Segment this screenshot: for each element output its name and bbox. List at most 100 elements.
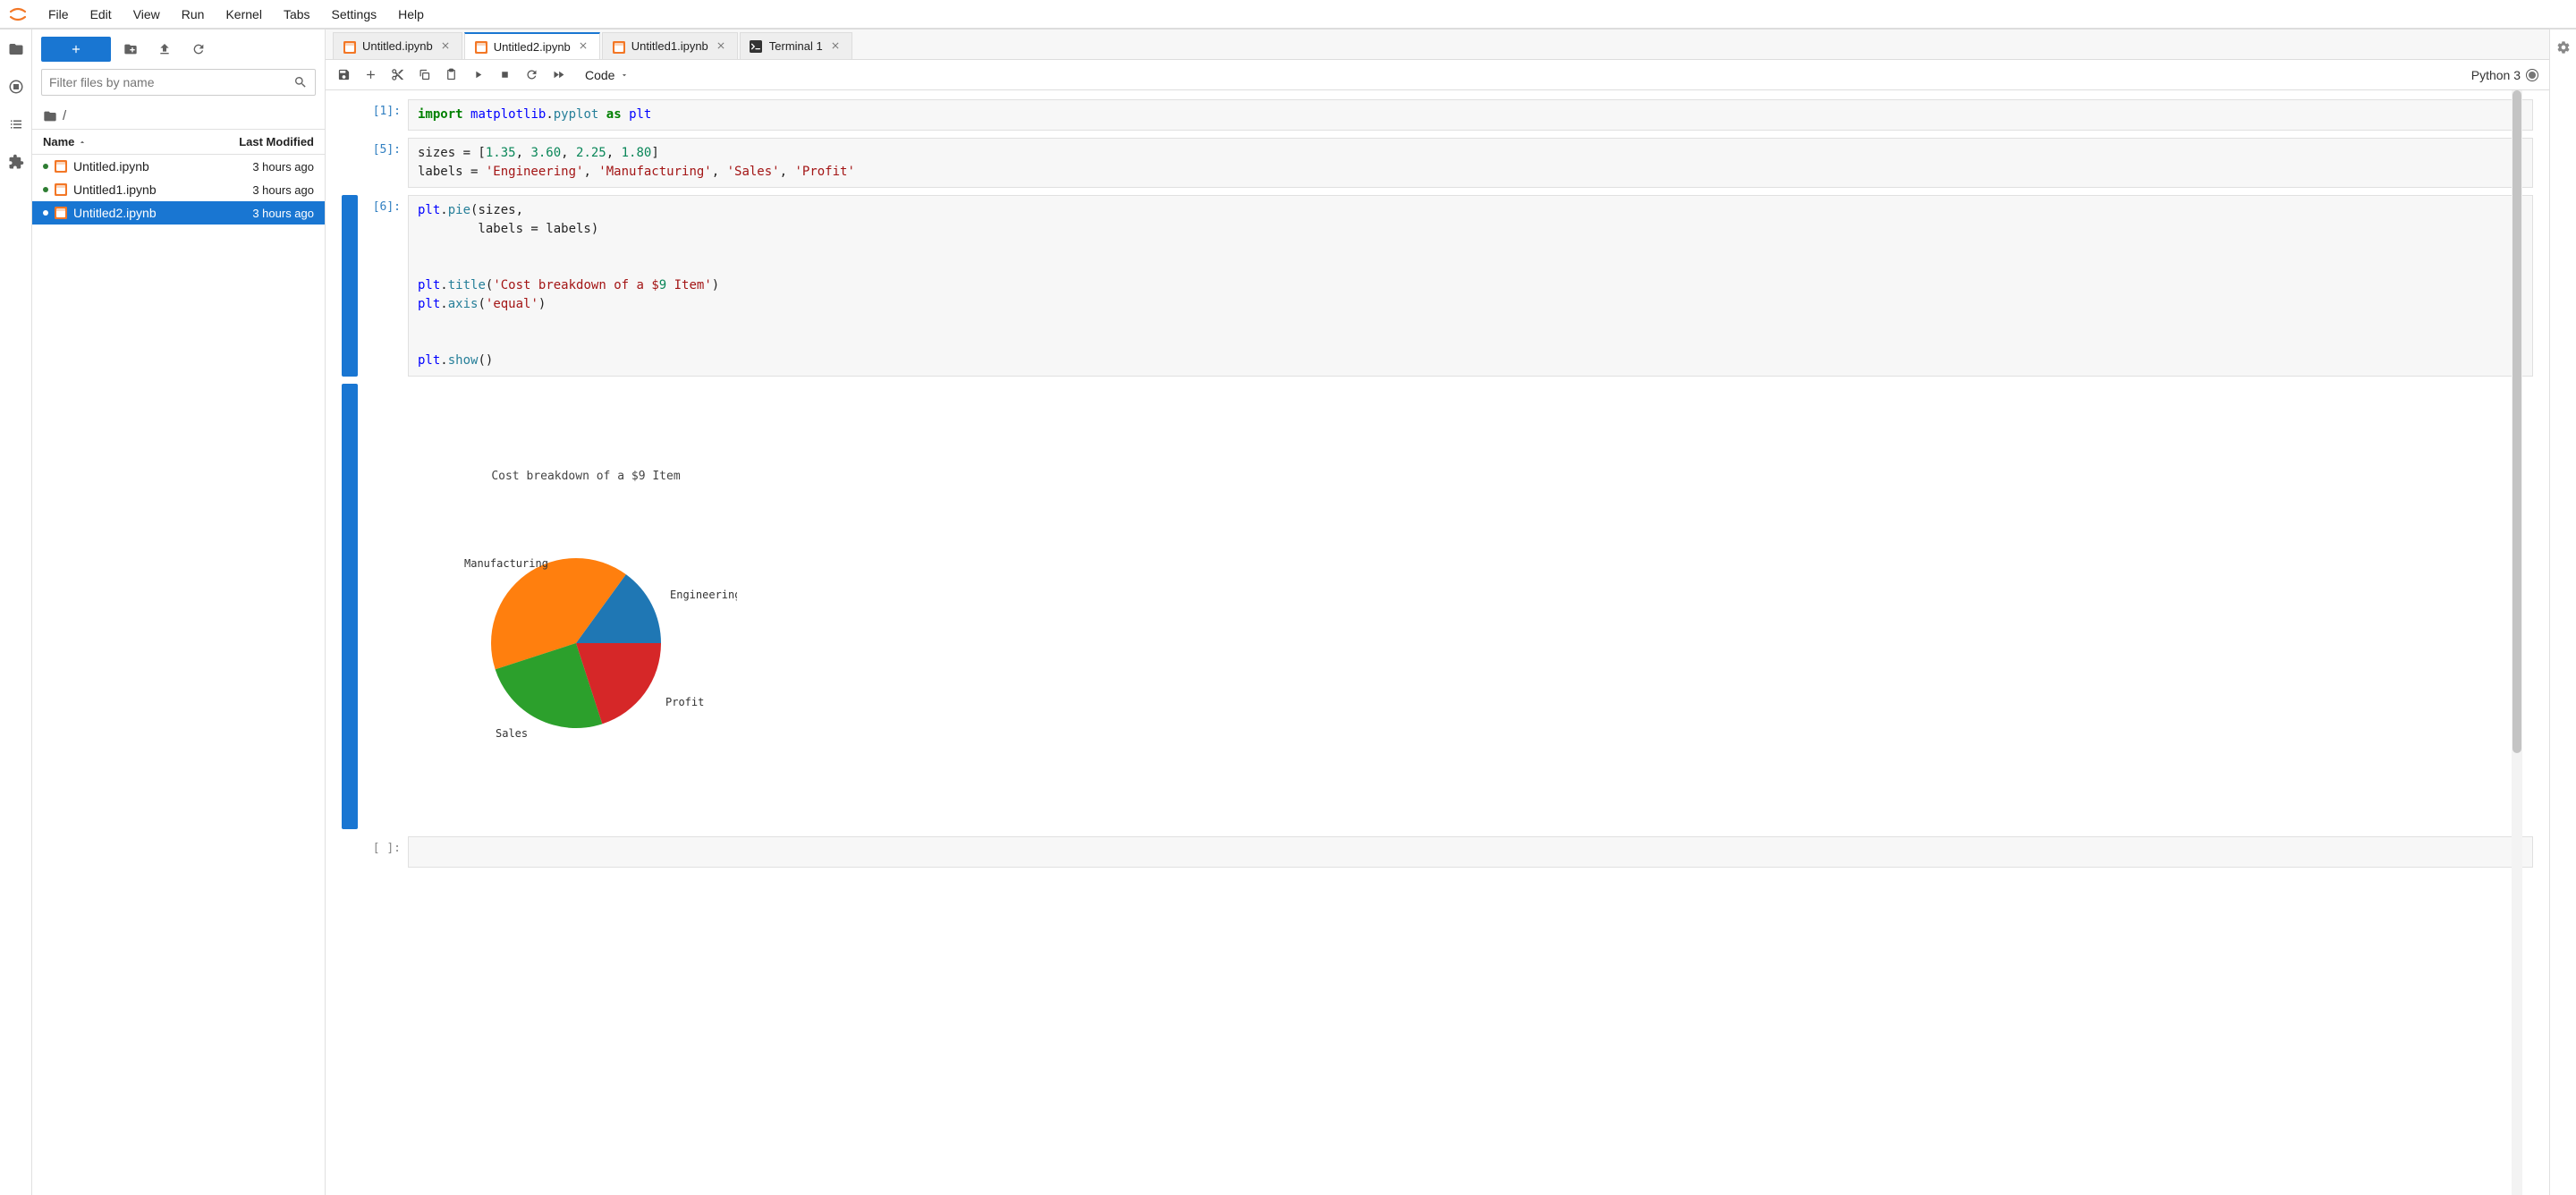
extensions-icon[interactable]	[7, 153, 25, 171]
copy-button[interactable]	[411, 64, 436, 87]
chevron-down-icon	[620, 71, 629, 80]
col-header-modified[interactable]: Last Modified	[207, 135, 314, 148]
file-row[interactable]: Untitled.ipynb3 hours ago	[32, 155, 325, 178]
cell-prompt: [ ]:	[358, 836, 408, 868]
kernel-indicator[interactable]: Python 3	[2471, 68, 2544, 82]
notebook-area: Untitled.ipynb Untitled2.ipynb Untitled1.i…	[326, 30, 2549, 1195]
notebook-icon	[54, 206, 68, 220]
folder-icon	[43, 109, 57, 123]
code-input[interactable]: import matplotlib.pyplot as plt	[408, 99, 2533, 131]
close-icon[interactable]	[716, 40, 728, 53]
file-modified: 3 hours ago	[216, 207, 314, 220]
toc-icon[interactable]	[7, 115, 25, 133]
running-dot-icon	[43, 164, 48, 169]
new-folder-button[interactable]	[116, 37, 145, 62]
tab[interactable]: Untitled2.ipynb	[464, 32, 600, 59]
sort-asc-icon	[78, 138, 87, 147]
menu-kernel[interactable]: Kernel	[216, 4, 270, 25]
menu-settings[interactable]: Settings	[323, 4, 386, 25]
running-dot-icon	[43, 187, 48, 192]
tab-label: Untitled.ipynb	[362, 39, 433, 53]
save-button[interactable]	[331, 64, 356, 87]
tab[interactable]: Untitled1.ipynb	[602, 32, 738, 59]
running-dot-icon	[43, 210, 48, 216]
terminal-icon	[750, 40, 762, 53]
file-modified: 3 hours ago	[216, 160, 314, 174]
restart-run-all-button[interactable]	[546, 64, 571, 87]
jupyter-logo-icon	[7, 4, 29, 25]
running-icon[interactable]	[7, 78, 25, 96]
col-header-name[interactable]: Name	[43, 135, 74, 148]
notebook-icon	[54, 159, 68, 174]
tab-label: Untitled1.ipynb	[631, 39, 708, 53]
menubar: File Edit View Run Kernel Tabs Settings …	[0, 0, 2576, 29]
cell-type-label: Code	[585, 68, 614, 82]
search-icon	[293, 75, 308, 89]
tab-bar: Untitled.ipynb Untitled2.ipynb Untitled1.i…	[326, 30, 2549, 60]
file-modified: 3 hours ago	[216, 183, 314, 197]
code-input[interactable]	[408, 836, 2533, 868]
paste-button[interactable]	[438, 64, 463, 87]
menu-view[interactable]: View	[124, 4, 169, 25]
menu-file[interactable]: File	[39, 4, 78, 25]
notebook-icon	[54, 182, 68, 197]
file-name: Untitled2.ipynb	[73, 206, 210, 220]
left-rail	[0, 30, 32, 1195]
code-input[interactable]: sizes = [1.35, 3.60, 2.25, 1.80] labels …	[408, 138, 2533, 188]
menu-run[interactable]: Run	[173, 4, 214, 25]
tab[interactable]: Untitled.ipynb	[333, 32, 462, 59]
notebook-icon	[343, 40, 355, 53]
file-row[interactable]: Untitled2.ipynb 3 hours ago	[32, 201, 325, 225]
insert-cell-button[interactable]	[358, 64, 383, 87]
breadcrumb-root: /	[63, 108, 66, 123]
file-row[interactable]: Untitled1.ipynb 3 hours ago	[32, 178, 325, 201]
file-browser: / Name Last Modified Untitled.ipynb3 hou…	[32, 30, 326, 1195]
code-input[interactable]: plt.pie(sizes, labels = labels) plt.titl…	[408, 195, 2533, 377]
pie-label: Engineering	[670, 589, 737, 601]
menu-tabs[interactable]: Tabs	[275, 4, 319, 25]
upload-button[interactable]	[150, 37, 179, 62]
code-cell[interactable]: [6]: plt.pie(sizes, labels = labels) plt…	[342, 195, 2533, 377]
close-icon[interactable]	[830, 40, 843, 53]
filter-input[interactable]	[49, 75, 288, 89]
notebook-icon	[474, 40, 487, 53]
scrollbar[interactable]	[2512, 90, 2522, 1195]
code-cell[interactable]: [5]: sizes = [1.35, 3.60, 2.25, 1.80] la…	[342, 138, 2533, 188]
kernel-name-label: Python 3	[2471, 68, 2521, 82]
tab[interactable]: Terminal 1	[740, 32, 852, 59]
cell-output: Cost breakdown of a $9 Item Engineering M…	[342, 384, 2533, 829]
cell-prompt: [6]:	[358, 195, 408, 377]
new-launcher-button[interactable]	[41, 37, 111, 62]
pie-chart: Engineering Manufacturing Sales Profit	[433, 527, 737, 750]
cell-prompt: [1]:	[358, 99, 408, 131]
notebook-toolbar: Code Python 3	[326, 60, 2549, 90]
breadcrumb[interactable]: /	[32, 103, 325, 129]
cell-type-select[interactable]: Code	[578, 66, 636, 84]
property-inspector-icon[interactable]	[2555, 38, 2572, 56]
menu-edit[interactable]: Edit	[81, 4, 121, 25]
run-button[interactable]	[465, 64, 490, 87]
code-cell[interactable]: [ ]:	[342, 836, 2533, 868]
tab-label: Untitled2.ipynb	[494, 40, 571, 54]
right-rail	[2549, 30, 2576, 1195]
pie-label: Manufacturing	[464, 557, 548, 570]
pie-label: Profit	[665, 696, 704, 708]
file-name: Untitled1.ipynb	[73, 182, 210, 197]
restart-button[interactable]	[519, 64, 544, 87]
refresh-button[interactable]	[184, 37, 213, 62]
close-icon[interactable]	[578, 40, 590, 53]
kernel-status-icon	[2526, 69, 2538, 81]
pie-label: Sales	[496, 727, 528, 740]
notebook-cells: [1]: import matplotlib.pyplot as plt [5]…	[326, 90, 2549, 1195]
chart-title: Cost breakdown of a $9 Item	[433, 468, 739, 486]
cell-prompt: [5]:	[358, 138, 408, 188]
code-cell[interactable]: [1]: import matplotlib.pyplot as plt	[342, 99, 2533, 131]
tab-label: Terminal 1	[769, 39, 823, 53]
notebook-icon	[612, 40, 624, 53]
close-icon[interactable]	[440, 40, 453, 53]
file-list: Untitled.ipynb3 hours agoUntitled1.ipynb…	[32, 155, 325, 1195]
cut-button[interactable]	[385, 64, 410, 87]
menu-help[interactable]: Help	[389, 4, 433, 25]
interrupt-button[interactable]	[492, 64, 517, 87]
folder-icon[interactable]	[7, 40, 25, 58]
